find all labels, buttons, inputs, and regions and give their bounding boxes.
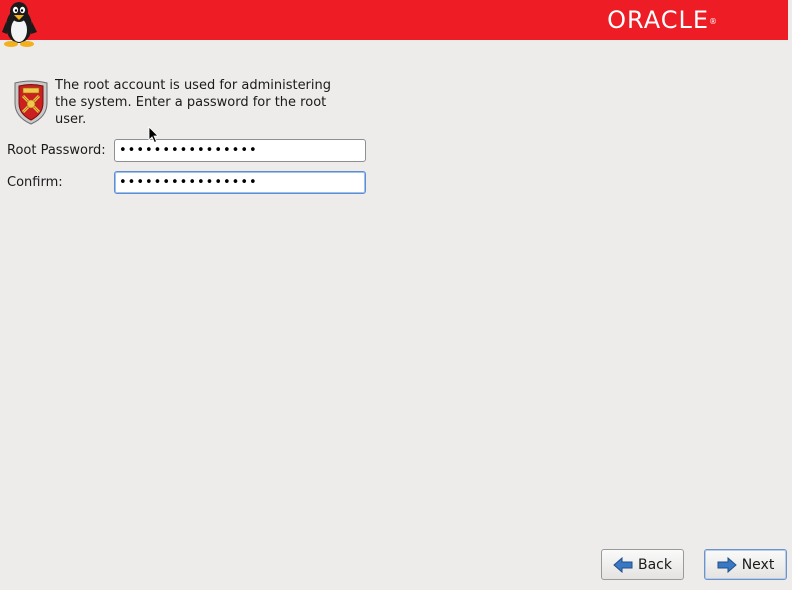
next-button-label: Next <box>741 556 775 573</box>
registered-mark: ® <box>709 17 718 26</box>
back-button[interactable]: Back <box>601 549 684 580</box>
confirm-password-input[interactable] <box>114 171 366 194</box>
root-account-description: The root account is used for administeri… <box>55 78 332 127</box>
oracle-logo: ORACLE® <box>607 5 718 35</box>
next-button[interactable]: Next <box>704 549 787 580</box>
mouse-pointer-icon <box>148 126 159 144</box>
back-button-label: Back <box>638 556 672 573</box>
security-shield-icon <box>14 80 48 125</box>
installer-window: ORACLE® The root account is used for adm… <box>0 0 792 590</box>
confirm-password-label: Confirm: <box>7 175 63 190</box>
tux-penguin-icon <box>2 2 37 47</box>
arrow-left-icon <box>613 556 633 573</box>
oracle-logo-text: ORACLE <box>607 6 709 34</box>
root-password-label: Root Password: <box>7 143 106 158</box>
header-banner: ORACLE® <box>0 0 788 40</box>
arrow-right-icon <box>717 556 737 573</box>
